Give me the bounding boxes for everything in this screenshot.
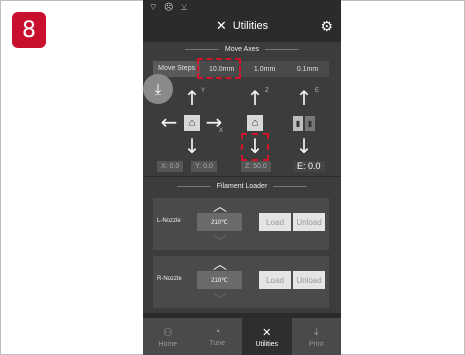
extruder-left-icon[interactable]: ▮ (293, 116, 303, 131)
nav-tune[interactable]: ◔ Tune (193, 318, 243, 355)
load-button[interactable]: Load (259, 213, 291, 231)
temp-down-chevron-icon[interactable]: ﹀ (205, 232, 235, 252)
tools-icon: ✕ (215, 18, 227, 33)
arrow-left-x[interactable]: ← (158, 112, 180, 132)
move-axes-title: Move Axes (143, 46, 341, 53)
axis-e-tag: E (315, 88, 320, 94)
gear-icon[interactable]: ⚙ (320, 18, 333, 35)
coord-z: Z: 50.0 (241, 161, 271, 172)
axis-x-tag: X (219, 128, 224, 134)
nozzle-temp: 210℃ (197, 271, 242, 289)
r-nozzle-row: ︿ R-Nozzle 210℃ ﹀ Load Unload (153, 256, 329, 310)
step-badge: 8 (12, 12, 46, 48)
coord-x: X: 0.0 (157, 161, 184, 172)
step-option-0.1mm[interactable]: 0.1mm (286, 66, 329, 73)
arrow-down-y[interactable]: ↓ (181, 136, 203, 156)
load-button[interactable]: Load (259, 271, 291, 289)
unload-tray-icon[interactable]: ⤓ (143, 74, 173, 104)
step-option-1mm[interactable]: 1.0mm (243, 66, 286, 73)
nav-utilities[interactable]: ✕ Utilities (242, 318, 292, 355)
coord-y: Y: 0.0 (191, 161, 217, 172)
status-bar: ⌔ ☹ ⊻ (149, 2, 191, 12)
people-icon: ⚇ (162, 326, 173, 339)
nav-home-label: Home (158, 340, 178, 348)
home-z-icon[interactable]: ⌂ (247, 115, 263, 131)
nozzle-name: L-Nozzle (157, 218, 181, 224)
l-nozzle-row: ︿ L-Nozzle 210℃ ﹀ Load Unload (153, 198, 329, 252)
filament-loader-title: Filament Loader (143, 183, 341, 190)
bottom-nav: ⚇ Home ◔ Tune ✕ Utilities ⤓ Print (143, 318, 341, 355)
download-icon: ⤓ (313, 325, 319, 338)
nav-print-label: Print (309, 340, 324, 348)
nozzle-temp: 210℃ (197, 213, 242, 231)
nav-tune-label: Tune (209, 340, 226, 347)
coord-e: E: 0.0 (293, 161, 325, 172)
unload-button[interactable]: Unload (293, 271, 325, 289)
axis-y-tag: Y (201, 88, 206, 94)
highlight-step-10mm (197, 58, 241, 79)
nav-utilities-label: Utilities (255, 340, 279, 348)
nav-print[interactable]: ⤓ Print (292, 318, 342, 355)
page-title: Utilities (232, 20, 269, 32)
arrow-down-e[interactable]: ↓ (293, 136, 315, 156)
arrow-up-e[interactable]: ↑ (293, 88, 315, 108)
axis-z-tag: Z (265, 88, 269, 94)
title-bar: ✕ Utilities (143, 14, 341, 38)
unload-button[interactable]: Unload (293, 213, 325, 231)
temp-down-chevron-icon[interactable]: ﹀ (205, 290, 235, 310)
highlight-z-down (241, 133, 269, 161)
nav-home[interactable]: ⚇ Home (143, 318, 193, 355)
extruder-right-icon[interactable]: ▮ (305, 116, 315, 131)
nozzle-name: R-Nozzle (157, 276, 182, 282)
move-steps-row: Move Steps 10.0mm 1.0mm 0.1mm (153, 61, 329, 77)
home-xy-icon[interactable]: ⌂ (184, 115, 200, 131)
tools-icon: ✕ (262, 326, 272, 339)
phone-screen: ⌔ ☹ ⊻ ✕ Utilities ⚙ Move Axes Move Steps… (143, 0, 341, 355)
dial-icon: ◔ (213, 326, 221, 338)
arrow-up-y[interactable]: ↑ (181, 88, 203, 108)
arrow-up-z[interactable]: ↑ (244, 88, 266, 108)
